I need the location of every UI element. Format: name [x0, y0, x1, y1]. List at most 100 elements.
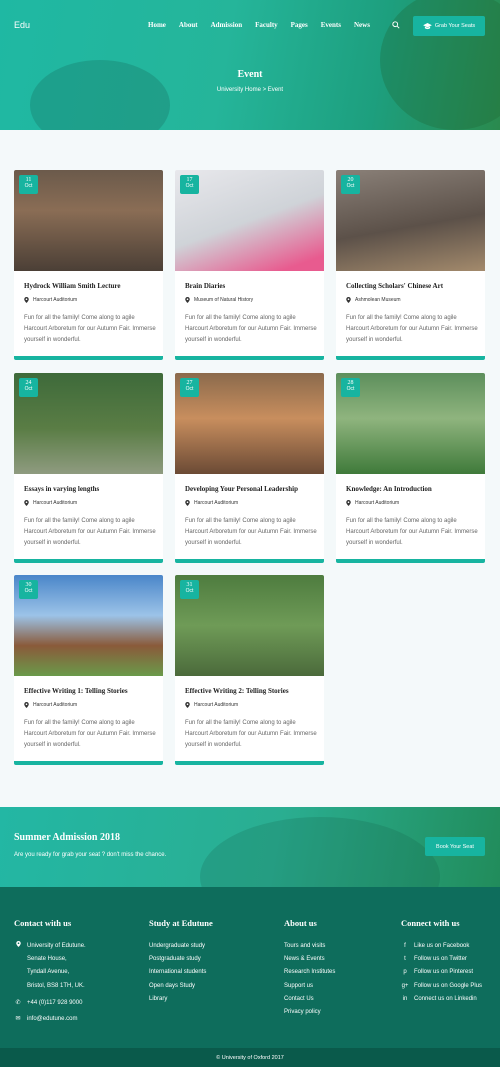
footer-link[interactable]: Research Institutes: [284, 966, 335, 979]
event-title[interactable]: Essays in varying lengths: [24, 485, 99, 493]
social-label: Like us on Facebook: [414, 943, 470, 949]
footer-link[interactable]: Support us: [284, 980, 335, 993]
footer-contact-title: Contact with us: [14, 918, 72, 928]
event-card[interactable]: 17 Oct Brain Diaries Museum of Natural H…: [175, 170, 324, 360]
footer-link[interactable]: International students: [149, 966, 213, 979]
event-card[interactable]: 24 Oct Essays in varying lengths Harcour…: [14, 373, 163, 563]
event-title[interactable]: Knowledge: An Introduction: [346, 485, 432, 493]
event-description: Fun for all the family! Come along to ag…: [185, 720, 317, 748]
event-location: Harcourt Auditorium: [24, 297, 77, 303]
main-nav: Home About Admission Faculty Pages Event…: [148, 21, 383, 29]
event-description: Fun for all the family! Come along to ag…: [24, 720, 156, 748]
event-description: Fun for all the family! Come along to ag…: [24, 315, 156, 343]
footer-link[interactable]: Privacy policy: [284, 1006, 335, 1019]
footer-about-title: About us: [284, 918, 317, 928]
site-logo[interactable]: Edu: [14, 20, 30, 30]
footer-connect: Connect with us f Like us on Facebook t Fo…: [401, 918, 482, 1006]
event-card[interactable]: 11 Oct Hydrock William Smith Lecture Har…: [14, 170, 163, 360]
event-title[interactable]: Effective Writing 2: Telling Stories: [185, 687, 289, 695]
social-label: Follow us on Google Plus: [414, 982, 483, 989]
nav-events[interactable]: Events: [321, 21, 341, 29]
map-pin-icon: [185, 500, 190, 506]
address-line: Senate House,: [27, 956, 67, 963]
event-card[interactable]: 31 Oct Effective Writing 2: Telling Stor…: [175, 575, 324, 765]
event-date-badge: 17 Oct: [180, 175, 199, 194]
event-location: Museum of Natural History: [185, 297, 253, 303]
event-title[interactable]: Collecting Scholars' Chinese Art: [346, 282, 443, 290]
nav-admission[interactable]: Admission: [211, 21, 243, 29]
grab-seats-label: Grab Your Seats: [434, 23, 476, 29]
footer-link[interactable]: Postgraduate study: [149, 953, 213, 966]
event-description: Fun for all the family! Come along to ag…: [346, 315, 478, 343]
nav-about[interactable]: About: [179, 21, 198, 29]
event-description: Fun for all the family! Come along to ag…: [24, 518, 156, 546]
event-month: Oct: [24, 588, 33, 594]
social-link-facebook[interactable]: f Like us on Facebook: [401, 940, 482, 953]
map-pin-icon: [14, 940, 22, 953]
event-month: Oct: [24, 386, 33, 392]
address-line: Bristol, BS8 1TH, UK.: [27, 982, 85, 989]
facebook-icon: f: [404, 943, 406, 949]
event-date-badge: 27 Oct: [180, 378, 199, 397]
event-month: Oct: [346, 183, 355, 189]
footer-link[interactable]: News & Events: [284, 953, 335, 966]
event-title[interactable]: Effective Writing 1: Telling Stories: [24, 687, 128, 695]
footer-link[interactable]: Undergraduate study: [149, 940, 213, 953]
event-location-label: Harcourt Auditorium: [194, 702, 239, 708]
banner-title: Summer Admission 2018: [14, 832, 120, 843]
grab-seats-button[interactable]: Grab Your Seats: [413, 16, 485, 36]
event-card[interactable]: 27 Oct Developing Your Personal Leadersh…: [175, 373, 324, 563]
search-icon[interactable]: [392, 21, 400, 29]
event-title[interactable]: Hydrock William Smith Lecture: [24, 282, 121, 290]
footer-phone[interactable]: ✆ +44 (0)117 928 9000: [14, 997, 86, 1010]
map-pin-icon: [24, 297, 29, 303]
social-label: Follow us on Pinterest: [414, 969, 474, 976]
nav-pages[interactable]: Pages: [291, 21, 308, 29]
nav-news[interactable]: News: [354, 21, 370, 29]
mail-icon: ✉: [15, 1016, 21, 1023]
event-location-label: Ashmolean Museum: [355, 297, 401, 303]
book-seat-button[interactable]: Book Your Seat: [425, 837, 485, 856]
social-link-pinterest[interactable]: p Follow us on Pinterest: [401, 966, 482, 979]
social-link-linkedin[interactable]: in Connect us on Linkedin: [401, 993, 482, 1006]
event-month: Oct: [346, 386, 355, 392]
map-pin-icon: [185, 702, 190, 708]
footer-link[interactable]: Contact Us: [284, 993, 335, 1006]
event-month: Oct: [24, 183, 33, 189]
event-title[interactable]: Brain Diaries: [185, 282, 225, 290]
banner-photo-shape: [200, 817, 440, 887]
footer-link[interactable]: Open days Study: [149, 980, 213, 993]
nav-home[interactable]: Home: [148, 21, 166, 29]
event-title[interactable]: Developing Your Personal Leadership: [185, 485, 298, 493]
graduation-cap-icon: [422, 22, 432, 29]
nav-faculty[interactable]: Faculty: [255, 21, 278, 29]
site-footer: Contact with us University of Edutune. S…: [0, 887, 500, 1048]
copyright-text: © University of Oxford 2017: [216, 1054, 284, 1061]
event-date-badge: 11 Oct: [19, 175, 38, 194]
event-location: Harcourt Auditorium: [24, 500, 77, 506]
event-location: Harcourt Auditorium: [185, 500, 238, 506]
event-date-badge: 28 Oct: [341, 378, 360, 397]
breadcrumb[interactable]: University Home > Event: [0, 87, 500, 93]
event-location-label: Harcourt Auditorium: [355, 500, 400, 506]
event-date-badge: 31 Oct: [180, 580, 199, 599]
event-card[interactable]: 28 Oct Knowledge: An Introduction Harcou…: [336, 373, 485, 563]
social-link-google-plus[interactable]: g+ Follow us on Google Plus: [401, 980, 482, 993]
event-location: Harcourt Auditorium: [185, 702, 238, 708]
footer-link[interactable]: Tours and visits: [284, 940, 335, 953]
footer-email[interactable]: ✉ info@edutune.com: [14, 1013, 86, 1026]
footer-connect-title: Connect with us: [401, 918, 460, 928]
event-description: Fun for all the family! Come along to ag…: [185, 518, 317, 546]
footer-link[interactable]: Library: [149, 993, 213, 1006]
footer-about: About us Tours and visits News & Events …: [284, 918, 335, 1019]
social-label: Follow us on Twitter: [414, 956, 467, 963]
map-pin-icon: [346, 297, 351, 303]
event-card[interactable]: 30 Oct Effective Writing 1: Telling Stor…: [14, 575, 163, 765]
phone-number: +44 (0)117 928 9000: [27, 999, 83, 1006]
event-month: Oct: [185, 386, 194, 392]
admission-banner: Summer Admission 2018 Are you ready for …: [0, 807, 500, 887]
footer-address: University of Edutune. Senate House, Tyn…: [14, 940, 86, 993]
google-plus-icon: g+: [401, 982, 409, 989]
social-link-twitter[interactable]: t Follow us on Twitter: [401, 953, 482, 966]
event-card[interactable]: 20 Oct Collecting Scholars' Chinese Art …: [336, 170, 485, 360]
